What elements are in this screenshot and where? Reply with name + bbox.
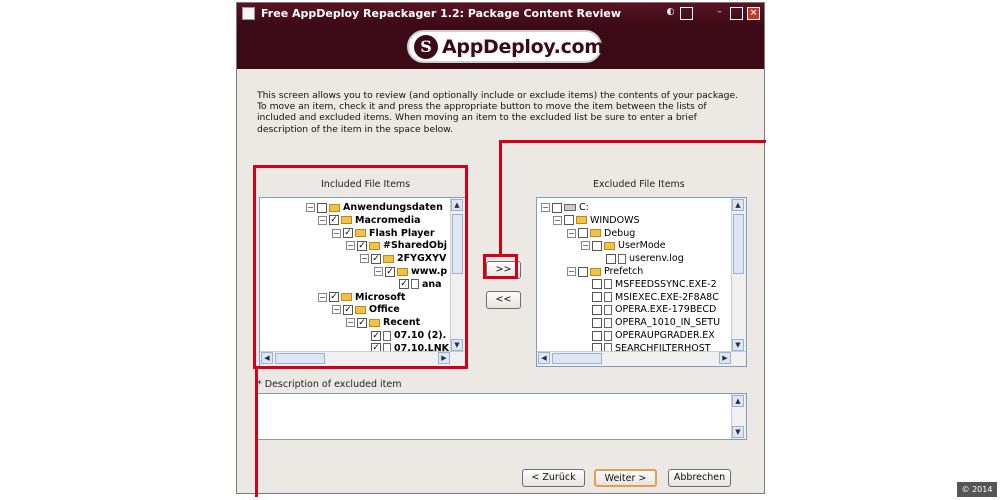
tree-item-label: UserMode (618, 240, 666, 252)
tree-item-label: OPERAUPGRADER.EX (615, 330, 715, 341)
vertical-scrollbar[interactable]: ▲ ▼ (731, 198, 746, 352)
item-checkbox[interactable] (552, 202, 562, 213)
item-checkbox[interactable] (578, 228, 588, 239)
maximize-icon[interactable] (730, 7, 743, 20)
move-to-included-button[interactable]: << (486, 291, 521, 309)
file-icon (604, 304, 612, 315)
tree-item-label: OPERA_1010_IN_SETU (615, 317, 721, 329)
button-highlight-box (483, 254, 518, 279)
horizontal-scrollbar[interactable]: ◀ ▶ (537, 351, 746, 366)
restore-icon[interactable] (680, 7, 693, 20)
item-checkbox[interactable] (564, 215, 574, 226)
close-icon[interactable]: × (747, 7, 760, 20)
tree-item[interactable]: OPERA_1010_IN_SETU (581, 316, 720, 329)
banner: S AppDeploy.com (237, 25, 764, 69)
copyright-badge: © 2014 (957, 482, 997, 497)
tree-item[interactable]: − WINDOWS (553, 214, 640, 227)
description-label: * Description of excluded item (257, 379, 402, 390)
tree-item[interactable]: MSFEEDSSYNC.EXE-2 (581, 278, 717, 291)
tree-item[interactable]: − Prefetch (567, 265, 643, 278)
collapse-icon[interactable]: − (567, 267, 576, 276)
item-checkbox[interactable] (592, 279, 602, 290)
drive-icon (564, 204, 576, 211)
collapse-icon[interactable]: − (581, 241, 590, 251)
annotation-line-horizontal (499, 140, 766, 143)
tree-item-label: WINDOWS (590, 214, 640, 226)
tree-item[interactable]: OPERAUPGRADER.EX (581, 329, 715, 342)
tree-item-label: C: (579, 202, 589, 213)
tree-item-label: MSIEXEC.EXE-2F8A8C (615, 291, 719, 303)
item-checkbox[interactable] (606, 253, 616, 264)
logo-mark: S (414, 35, 438, 59)
next-button[interactable]: Weiter > (594, 469, 657, 487)
file-icon (604, 330, 612, 341)
tree-item[interactable]: OPERA.EXE-179BECD (581, 303, 716, 316)
file-icon (604, 292, 612, 303)
annotation-line-bottom (255, 369, 258, 497)
excluded-label: Excluded File Items (593, 179, 685, 190)
description-input[interactable]: ▲ ▼ (257, 393, 747, 440)
scroll-thumb[interactable] (733, 214, 744, 274)
minimize-icon[interactable]: – (713, 7, 726, 20)
tree-item-label: OPERA.EXE-179BECD (615, 304, 717, 316)
tree-item[interactable]: userenv.log (595, 252, 684, 265)
included-highlight-box (253, 165, 468, 369)
title-bar[interactable]: Free AppDeploy Repackager 1.2: Package C… (237, 3, 764, 25)
tree-item[interactable]: − Debug (567, 227, 635, 240)
intro-text: This screen allows you to review (and op… (257, 90, 739, 135)
scroll-up-icon[interactable]: ▲ (732, 395, 744, 407)
item-checkbox[interactable] (592, 330, 602, 341)
folder-icon (590, 267, 601, 276)
scroll-up-icon[interactable]: ▲ (732, 199, 744, 211)
collapse-icon[interactable]: − (541, 203, 550, 212)
excluded-tree[interactable]: − C: − WINDOWS − Debug − UserMode userenv.log − Pr… (536, 197, 747, 367)
tree-item-label: MSFEEDSSYNC.EXE-2 (615, 278, 717, 290)
folder-icon (604, 241, 615, 250)
scroll-down-icon[interactable]: ▼ (732, 339, 744, 351)
tree-item[interactable]: − C: (541, 201, 589, 214)
tree-item[interactable]: MSIEXEC.EXE-2F8A8C (581, 291, 719, 304)
window-title: Free AppDeploy Repackager 1.2: Package C… (261, 7, 622, 20)
item-checkbox[interactable] (592, 292, 602, 303)
folder-icon (590, 229, 601, 238)
scroll-right-icon[interactable]: ▶ (719, 352, 731, 364)
file-icon (604, 279, 612, 290)
toggle-icon[interactable]: ◐ (664, 7, 677, 20)
scroll-down-icon[interactable]: ▼ (732, 426, 744, 438)
app-icon (242, 7, 255, 20)
tree-item[interactable]: − UserMode (581, 239, 666, 252)
logo-text: AppDeploy.com (442, 36, 604, 58)
tree-item-label: Debug (604, 227, 636, 239)
file-icon (604, 317, 612, 328)
folder-icon (576, 216, 587, 225)
appdeploy-logo: S AppDeploy.com (407, 30, 604, 63)
item-checkbox[interactable] (592, 240, 602, 251)
description-scrollbar[interactable]: ▲ ▼ (731, 394, 746, 439)
scroll-thumb[interactable] (552, 353, 602, 364)
annotation-line-vertical (499, 140, 502, 254)
item-checkbox[interactable] (578, 266, 588, 277)
tree-item-label: Prefetch (604, 266, 644, 277)
item-checkbox[interactable] (592, 304, 602, 315)
file-icon (618, 253, 626, 264)
item-checkbox[interactable] (592, 317, 602, 328)
scroll-left-icon[interactable]: ◀ (538, 352, 550, 364)
collapse-icon[interactable]: − (553, 215, 562, 225)
cancel-button[interactable]: Abbrechen (668, 469, 731, 487)
back-button[interactable]: < Zurück (522, 469, 585, 487)
collapse-icon[interactable]: − (567, 228, 576, 238)
tree-item-label: userenv.log (629, 253, 684, 265)
